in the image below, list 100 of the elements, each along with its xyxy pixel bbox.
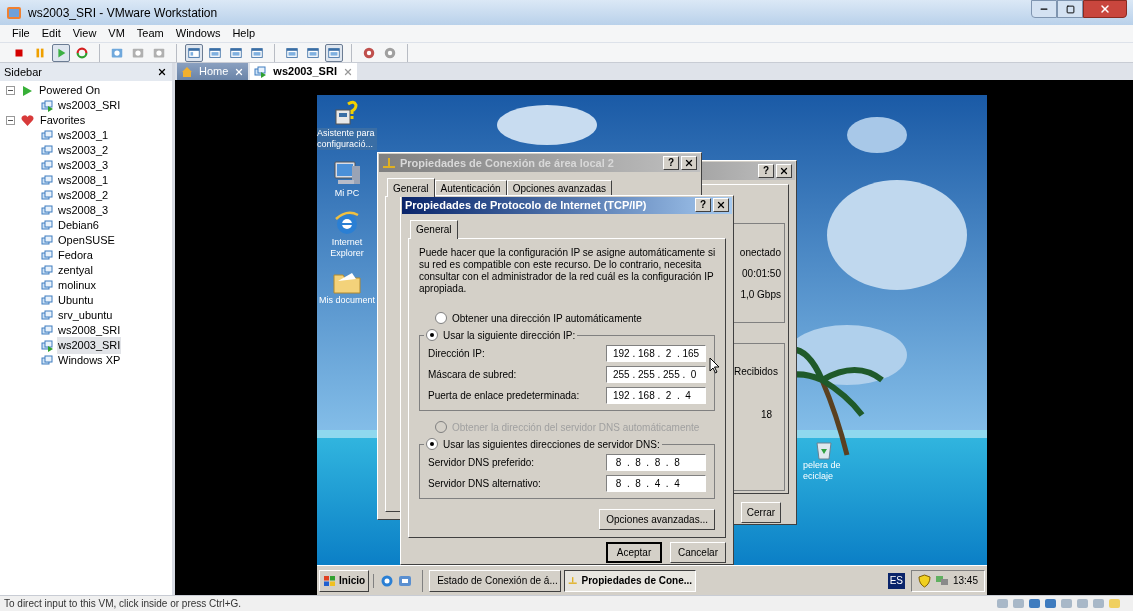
tree-item[interactable]: Fedora (57, 247, 94, 264)
tree-item[interactable]: ws2008_SRI (57, 322, 122, 339)
ip-field[interactable]: 255 . 255 . 255 . 0 (606, 365, 706, 383)
network-icon[interactable] (934, 574, 949, 587)
browser-icon[interactable] (380, 573, 395, 588)
menu-item[interactable]: Team (136, 25, 164, 42)
network-icon (568, 575, 578, 586)
received-value: 18 (760, 408, 773, 422)
help-button[interactable]: ? (663, 156, 679, 170)
clock: 13:45 (952, 574, 978, 588)
close-icon (716, 200, 726, 211)
tree-item[interactable]: ws2008_1 (57, 172, 110, 189)
field-label: Servidor DNS alternativo: (428, 476, 541, 491)
ok-button[interactable]: Aceptar (606, 541, 662, 563)
help-button[interactable]: ? (695, 198, 711, 213)
collapse-icon[interactable] (6, 116, 15, 125)
network-icon (382, 157, 396, 169)
app-icon (6, 5, 22, 20)
ip-field[interactable]: 8 . 8 . 8 . 8 (606, 453, 706, 471)
radio-button[interactable]: Usar la siguiente dirección IP: (426, 327, 576, 343)
icon-label[interactable]: Internet Explorer (317, 237, 377, 259)
help-button[interactable]: ? (758, 164, 774, 178)
dialog-title: Propiedades de Protocolo de Internet (TCP/IP) (405, 198, 647, 213)
menu-item[interactable]: Windows (175, 25, 221, 42)
close-icon[interactable] (342, 66, 353, 77)
ip-field[interactable]: 192 . 168 . 2 . 4 (606, 386, 706, 404)
network-icon[interactable] (1028, 597, 1041, 610)
tree-item[interactable]: Powered On (39, 82, 101, 99)
close-button[interactable] (156, 66, 168, 78)
shield-icon[interactable] (917, 573, 931, 588)
tree-item[interactable]: Favorites (40, 112, 86, 129)
status-value: onectado (739, 245, 781, 260)
toolbar-button[interactable] (325, 43, 343, 62)
tree-item[interactable]: molinux (57, 277, 97, 294)
window-title: ws2003_SRI - VMware Workstation (28, 4, 218, 22)
tab[interactable]: General (387, 178, 435, 197)
cancel-button[interactable]: Cancelar (670, 541, 726, 563)
field-label: Puerta de enlace predeterminada: (428, 388, 580, 403)
start-button[interactable]: Inicio (319, 569, 370, 592)
menu-item[interactable]: View (72, 25, 97, 42)
network-icon[interactable] (1044, 597, 1057, 610)
tree-item[interactable]: zentyal (57, 262, 94, 279)
ip-field[interactable]: 8 . 8 . 4 . 4 (606, 474, 706, 492)
collapse-icon[interactable] (6, 86, 15, 95)
tree-item[interactable]: ws2003_SRI (57, 97, 122, 114)
home-icon (181, 65, 193, 78)
tree-item[interactable]: ws2003_2 (57, 142, 110, 159)
close-icon (157, 67, 167, 77)
sidebar-icon (187, 45, 201, 60)
tab[interactable]: Opciones avanzadas (506, 180, 613, 196)
wizard-icon (334, 100, 360, 128)
sidebar-title: Sidebar (4, 64, 42, 80)
tab[interactable]: General (410, 219, 458, 239)
cursor-icon (709, 357, 720, 374)
taskbar-button[interactable]: Propiedades de Cone... (564, 569, 697, 592)
tab[interactable]: Autenticación (434, 180, 507, 196)
status-value: 00:01:50 (742, 266, 781, 281)
field-label: Servidor DNS preferido: (428, 455, 535, 470)
close-dialog-button[interactable]: Cerrar (741, 502, 781, 523)
icon-label[interactable]: Asistente para configuració... (317, 128, 377, 150)
ip-field[interactable]: 192 . 168 . 2 . 165 (606, 344, 706, 362)
desktop-icon[interactable] (398, 573, 413, 588)
tree-item[interactable]: ws2003_1 (57, 127, 110, 144)
radio-button[interactable]: Usar las siguientes direcciones de servidor DNS: (426, 436, 660, 452)
field-label: Dirección IP: (428, 346, 485, 361)
tab[interactable]: ws2003_SRI (250, 63, 357, 80)
tree-item[interactable]: Windows XP (57, 352, 122, 369)
taskbar-button[interactable]: Estado de Conexión de á... (429, 569, 562, 592)
tree-item[interactable]: Ubuntu (57, 292, 95, 309)
menu-item[interactable]: Edit (41, 25, 61, 42)
advanced-button[interactable]: Opciones avanzadas... (599, 508, 715, 530)
toolbar-button[interactable] (185, 43, 203, 62)
reset-icon (75, 45, 89, 60)
close-icon (684, 158, 694, 168)
minimize-button[interactable] (1031, 0, 1057, 18)
close-icon[interactable] (234, 66, 245, 77)
play-icon (21, 84, 33, 97)
language-indicator[interactable]: ES (887, 572, 905, 589)
tree-item[interactable]: srv_ubuntu (57, 307, 114, 324)
tree-item[interactable]: OpenSUSE (57, 232, 116, 249)
status-value: 1,0 Gbps (740, 287, 781, 302)
switch-icon (327, 45, 341, 60)
recycle-bin-icon (813, 440, 835, 460)
toolbar-button[interactable] (52, 43, 70, 62)
browser-icon (333, 209, 361, 237)
tree-item[interactable]: ws2008_3 (57, 202, 110, 219)
maximize-button[interactable] (1057, 0, 1083, 18)
tree-item[interactable]: ws2003_SRI (57, 337, 122, 354)
tree-item[interactable]: ws2003_3 (57, 157, 110, 174)
vm-icon (254, 65, 268, 78)
menu-item[interactable]: VM (108, 25, 125, 42)
tree-item[interactable]: Debian6 (57, 217, 100, 234)
radio-button[interactable]: Obtener una dirección IP automáticamente (435, 310, 715, 326)
windows-logo-icon (323, 574, 337, 587)
tree-item[interactable]: ws2008_2 (57, 187, 110, 204)
close-icon (1099, 3, 1111, 15)
menu-item[interactable]: File (12, 25, 30, 42)
menu-item[interactable]: Help (232, 25, 255, 42)
intro-text: Puede hacer que la configuración IP se asigne automáticamente si su red es compatible con este recurso. De lo contrario, necesita consultar con el administrador de la red cuál es la configuración IP apropiada. (419, 246, 717, 295)
icon-label[interactable]: Mi PC (317, 188, 377, 199)
